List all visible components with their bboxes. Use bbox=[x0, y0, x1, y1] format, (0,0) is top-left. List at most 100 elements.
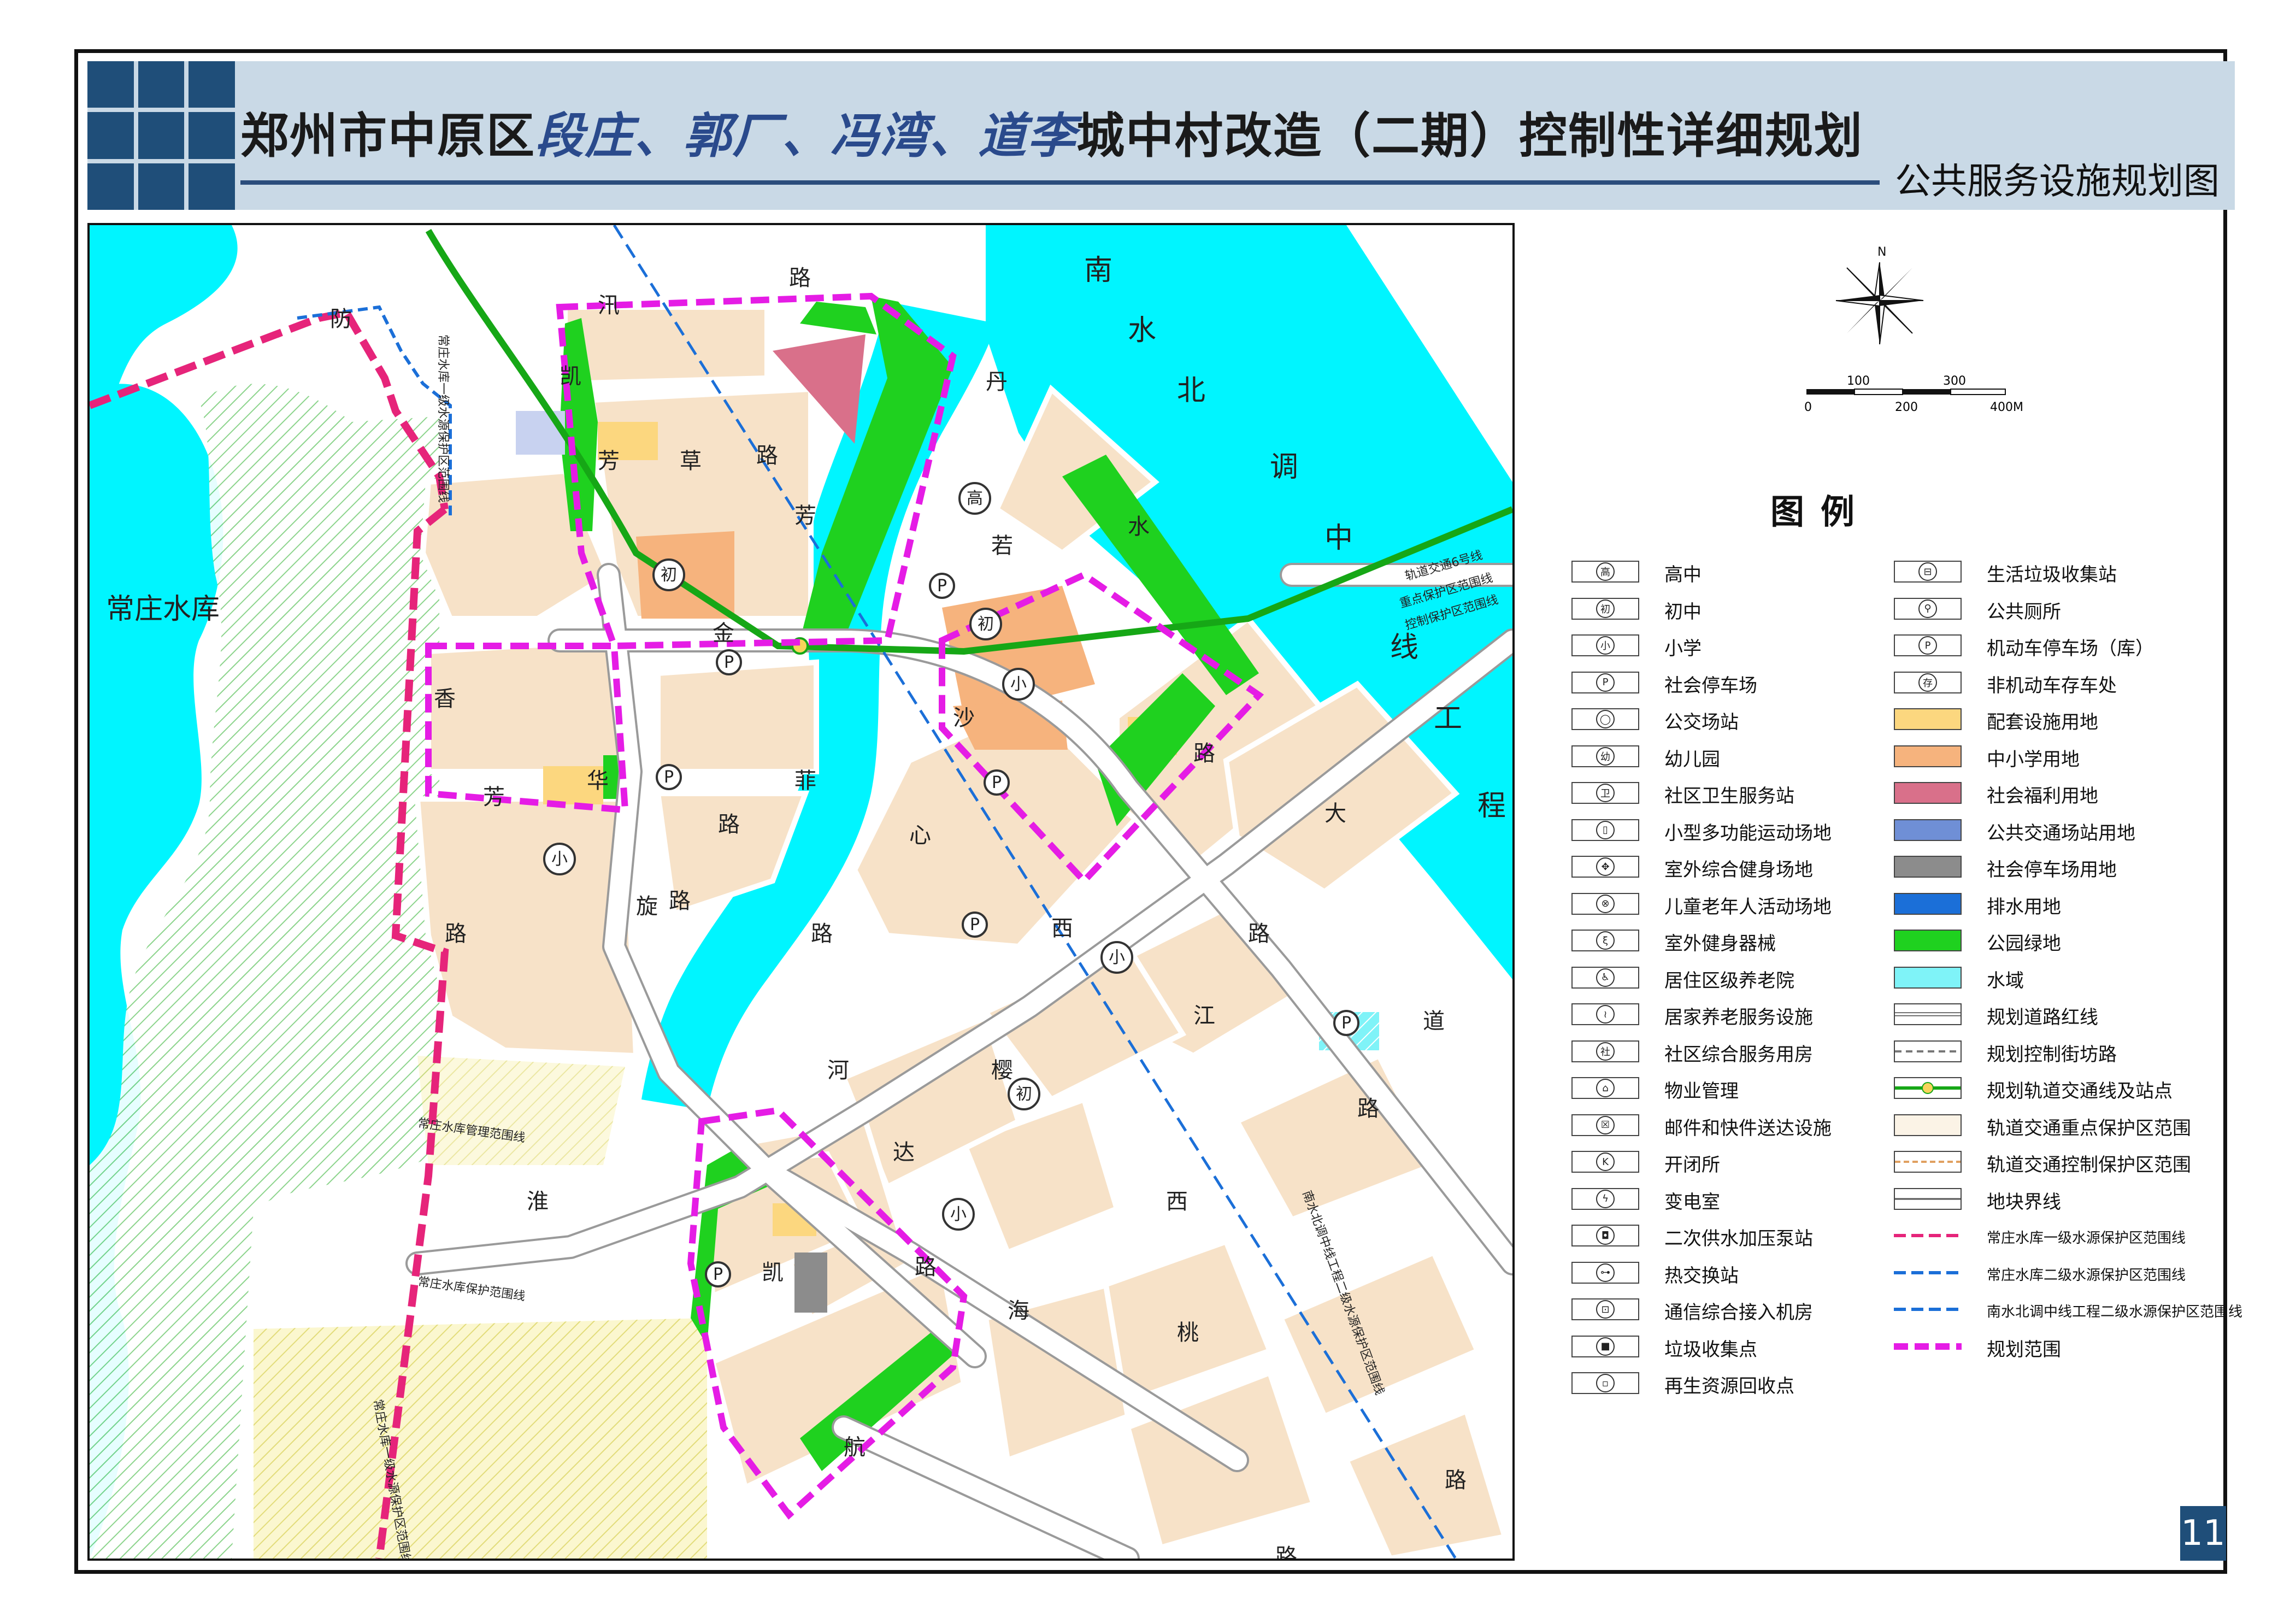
canal-char-2: 北 bbox=[1177, 374, 1205, 407]
legend-left-label: 居住区级养老院 bbox=[1664, 969, 1794, 992]
road-label: 旋 bbox=[636, 894, 658, 919]
scale-tick-300: 300 bbox=[1943, 374, 1966, 388]
title-rule bbox=[240, 180, 1880, 185]
road-label: 路 bbox=[1275, 1544, 1297, 1559]
legend-left-item: ▯ 小型多功能运动场地 bbox=[1571, 816, 1877, 844]
badge-primary-1: 小 bbox=[1010, 675, 1027, 694]
badge-parking-1: P bbox=[937, 577, 947, 596]
legend-right-swatch bbox=[1894, 1261, 1962, 1284]
road-label: 水 bbox=[1128, 514, 1150, 539]
canal-char-0: 南 bbox=[1084, 254, 1112, 287]
reservoir-label: 常庄水库 bbox=[106, 593, 220, 626]
legend-left-item: ◘ 二次供水加压泵站 bbox=[1571, 1221, 1877, 1250]
legend-left-item: ◯ 公交场站 bbox=[1571, 705, 1877, 733]
badge-parking-5: P bbox=[970, 915, 980, 934]
legend-left-swatch: ▫ bbox=[1571, 1372, 1639, 1394]
north-arrow: N 0 100 200 300 400M bbox=[1803, 240, 2065, 423]
badge-parking-2: P bbox=[724, 653, 734, 672]
legend-right-label: 轨道交通重点保护区范围 bbox=[1987, 1117, 2191, 1139]
legend-right-swatch bbox=[1894, 856, 1962, 878]
road-label: 路 bbox=[1193, 741, 1215, 766]
legend-left-label: 初中 bbox=[1664, 601, 1702, 623]
north-letter: N bbox=[1877, 245, 1886, 259]
legend-left-swatch: ⊡ bbox=[1571, 1298, 1639, 1320]
legend-left-symbol-icon: ◯ bbox=[1596, 710, 1615, 728]
legend-left-symbol-icon: 卫 bbox=[1596, 784, 1615, 802]
legend-left-item: ✥ 室外综合健身场地 bbox=[1571, 852, 1877, 881]
legend-left-symbol-icon: ▫ bbox=[1596, 1374, 1615, 1392]
page-number: 11 bbox=[2180, 1506, 2226, 1561]
badge-parking-3: P bbox=[664, 768, 674, 787]
legend-right-swatch bbox=[1894, 1040, 1962, 1062]
legend-right-swatch bbox=[1894, 930, 1962, 951]
legend-right-symbol-icon: P bbox=[1918, 636, 1937, 655]
parking-plot-west bbox=[794, 1252, 827, 1313]
legend-left-item: ▫ 再生资源回收点 bbox=[1571, 1369, 1877, 1397]
legend-left-label: 室外健身器械 bbox=[1664, 933, 1776, 955]
legend-right-label: 规划控制街坊路 bbox=[1987, 1043, 2117, 1066]
road-label: 芳 bbox=[794, 503, 816, 528]
road-label: 西 bbox=[1166, 1189, 1188, 1214]
map-panel[interactable]: 高 初 初 小 小 小 初 小 P P P P P P P 常庄水库 南 水 北… bbox=[87, 223, 1515, 1561]
legend-right-swatch bbox=[1894, 892, 1962, 915]
legend-right-item: ⊟ 生活垃圾收集站 bbox=[1894, 557, 2233, 586]
legend-right-item: 社会停车场用地 bbox=[1894, 852, 2233, 881]
road-label: 金 bbox=[713, 621, 734, 646]
legend-right-label: 生活垃圾收集站 bbox=[1987, 564, 2117, 586]
legend-left-swatch: 卫 bbox=[1571, 782, 1639, 804]
legend-right-swatch: 存 bbox=[1894, 671, 1962, 693]
map-canvas[interactable]: 高 初 初 小 小 小 初 小 P P P P P P P 常庄水库 南 水 北… bbox=[90, 225, 1512, 1559]
road-label: 道 bbox=[1423, 1009, 1445, 1034]
canal-char-7: 程 bbox=[1477, 790, 1506, 822]
road-label: 芳 bbox=[598, 449, 620, 474]
legend-right-label: 规划范围 bbox=[1987, 1338, 2061, 1361]
legend-right-symbol-icon: ⚲ bbox=[1918, 599, 1937, 618]
legend-left-swatch: 社 bbox=[1571, 1040, 1639, 1062]
legend-right-label: 中小学用地 bbox=[1987, 748, 2080, 771]
legend-right-label: 非机动车存车处 bbox=[1987, 674, 2117, 697]
legend-right-item: 常庄水库一级水源保护区范围线 bbox=[1894, 1221, 2233, 1250]
legend-left: 高 高中初 初中小 小学 P 社会停车场 ◯ 公交场站幼 幼儿园卫 社区卫生服务站 ▯ 小型多功能运动… bbox=[1571, 557, 1877, 1410]
legend-left-symbol-icon: ⊡ bbox=[1596, 1300, 1615, 1319]
legend-left-label: 通信综合接入机房 bbox=[1664, 1302, 1813, 1324]
road-label: 达 bbox=[893, 1140, 915, 1165]
legend-right-swatch bbox=[1894, 1187, 1962, 1210]
legend-left-symbol-icon: ■ bbox=[1596, 1337, 1615, 1356]
canal-char-3: 调 bbox=[1270, 451, 1298, 484]
rail-station-icon bbox=[1922, 1082, 1934, 1094]
road-label: 路 bbox=[1445, 1468, 1467, 1493]
legend-right-swatch bbox=[1894, 745, 1962, 767]
road-label: 西 bbox=[1051, 916, 1073, 941]
legend-right-label: 地块界线 bbox=[1987, 1191, 2061, 1213]
legend-left-symbol-icon: ♿ bbox=[1596, 968, 1615, 987]
road-label: 路 bbox=[789, 266, 811, 291]
legend-right-label: 常庄水库二级水源保护区范围线 bbox=[1987, 1267, 2186, 1284]
road-label: 丹 bbox=[986, 369, 1008, 395]
legend-right-item: 规划控制街坊路 bbox=[1894, 1037, 2233, 1066]
legend-title: 图例 bbox=[1770, 492, 1871, 532]
road-label: 心 bbox=[909, 823, 931, 848]
road-label: 桃 bbox=[1177, 1320, 1199, 1345]
legend-right-swatch bbox=[1894, 1003, 1962, 1025]
legend-right-label: 配套设施用地 bbox=[1987, 711, 2098, 733]
legend-right-item: 规划道路红线 bbox=[1894, 1000, 2233, 1028]
legend-right-swatch bbox=[1894, 1114, 1962, 1136]
logo-grid bbox=[87, 61, 235, 210]
legend-right-swatch bbox=[1894, 708, 1962, 730]
legend-left-item: ϟ 变电室 bbox=[1571, 1185, 1877, 1213]
legend-right-swatch bbox=[1894, 782, 1962, 804]
legend-right-swatch bbox=[1894, 1335, 1962, 1357]
legend-right-label: 公共厕所 bbox=[1987, 601, 2061, 623]
legend-right-swatch bbox=[1894, 1077, 1962, 1099]
road-label: 凯 bbox=[560, 364, 581, 389]
legend-right-label: 机动车停车场（库） bbox=[1987, 638, 2154, 660]
legend-left-swatch: ■ bbox=[1571, 1335, 1639, 1357]
legend-left-item: 小 小学 bbox=[1571, 631, 1877, 660]
scale-tick-200: 200 bbox=[1895, 401, 1918, 414]
legend-left-label: 儿童老年人活动场地 bbox=[1664, 896, 1832, 918]
reservoir-protect-yellow bbox=[254, 1318, 707, 1559]
legend-right-item: 规划轨道交通线及站点 bbox=[1894, 1074, 2233, 1102]
legend-left-swatch: ≀ bbox=[1571, 1003, 1639, 1025]
road-label: 路 bbox=[915, 1255, 937, 1280]
legend-left-label: 社会停车场 bbox=[1664, 674, 1757, 697]
